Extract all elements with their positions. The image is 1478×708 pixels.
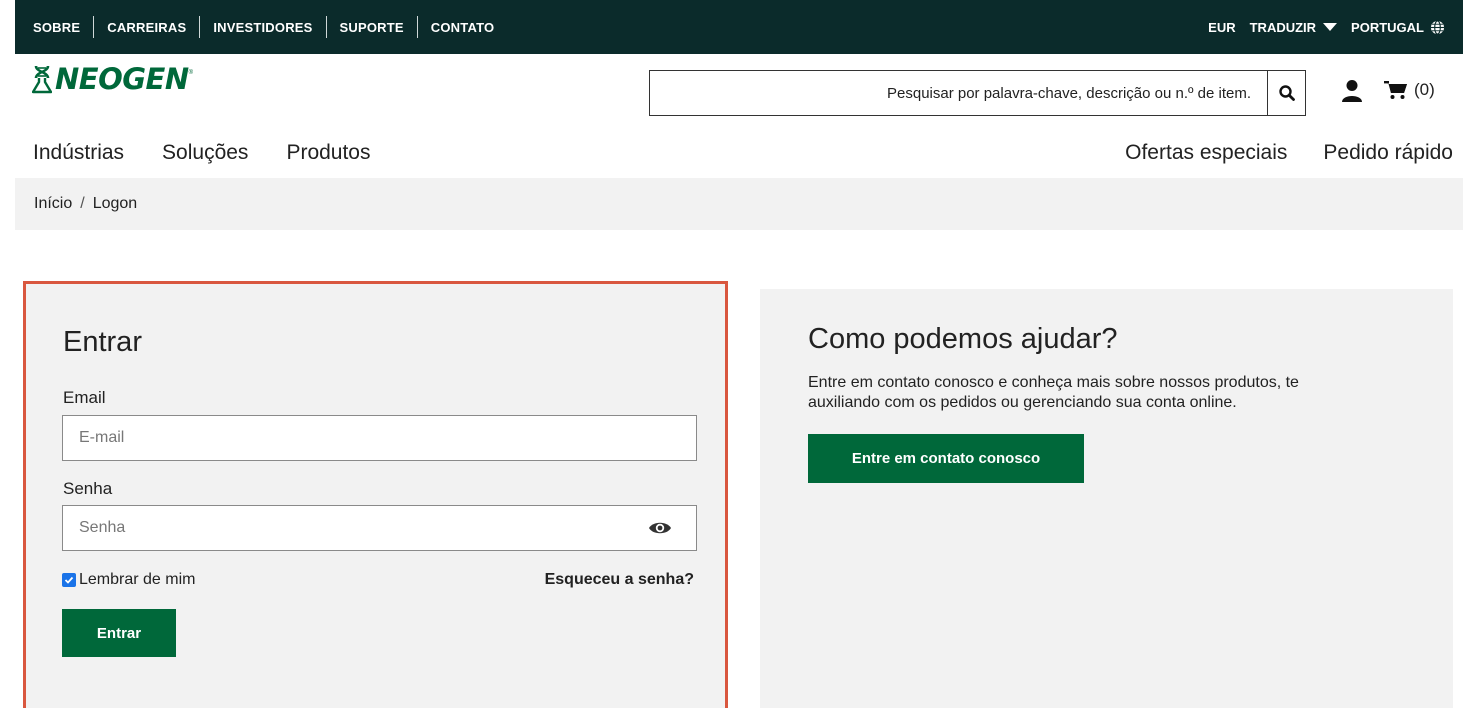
utility-link-contato[interactable]: CONTATO <box>431 20 495 35</box>
divider <box>199 16 201 38</box>
search-button[interactable] <box>1267 71 1305 115</box>
nav-solucoes[interactable]: Soluções <box>162 141 248 165</box>
utility-right: EUR TRADUZIR PORTUGAL <box>1208 20 1445 35</box>
logo-dna-icon <box>32 65 52 94</box>
secondary-nav: Ofertas especiais Pedido rápido <box>1089 141 1453 165</box>
login-submit-button[interactable]: Entrar <box>62 609 176 657</box>
translate-dropdown[interactable]: TRADUZIR <box>1249 19 1338 35</box>
breadcrumb-home[interactable]: Início <box>34 195 72 213</box>
cart-icon <box>1384 81 1407 99</box>
search-icon <box>1278 85 1295 101</box>
divider <box>325 16 327 38</box>
translate-label: TRADUZIR <box>1249 19 1317 35</box>
password-label: Senha <box>63 479 113 498</box>
remember-me[interactable]: Lembrar de mim <box>62 571 195 589</box>
region-selector[interactable]: PORTUGAL <box>1351 20 1445 35</box>
neogen-logo[interactable]: NEOGEN ® <box>32 62 193 96</box>
currency-selector[interactable]: EUR <box>1208 20 1235 35</box>
caret-down-icon <box>1323 23 1338 31</box>
password-field-wrapper <box>62 505 697 551</box>
globe-icon <box>1430 19 1445 35</box>
top-utility-bar: SOBRE CARREIRAS INVESTIDORES SUPORTE CON… <box>15 0 1463 54</box>
search-input[interactable] <box>650 71 1267 115</box>
help-title: Como podemos ajudar? <box>808 323 1118 355</box>
utility-link-investidores[interactable]: INVESTIDORES <box>213 20 312 35</box>
help-text: Entre em contato conosco e conheça mais … <box>808 374 1299 411</box>
email-field-wrapper <box>62 415 697 461</box>
eye-icon[interactable] <box>648 520 672 536</box>
nav-ofertas-especiais[interactable]: Ofertas especiais <box>1125 141 1287 165</box>
email-label: Email <box>63 388 106 407</box>
nav-pedido-rapido[interactable]: Pedido rápido <box>1323 141 1453 165</box>
user-icon[interactable] <box>1341 79 1363 103</box>
checkbox-icon[interactable] <box>62 573 76 587</box>
cart-count: (0) <box>1414 80 1435 99</box>
utility-nav: SOBRE CARREIRAS INVESTIDORES SUPORTE CON… <box>33 16 494 38</box>
breadcrumb-separator: / <box>80 195 85 212</box>
main-nav: Indústrias Soluções Produtos <box>33 141 409 165</box>
utility-link-carreiras[interactable]: CARREIRAS <box>107 20 186 35</box>
breadcrumb-current: Logon <box>92 195 138 212</box>
contact-us-button[interactable]: Entre em contato conosco <box>808 434 1084 483</box>
password-field[interactable] <box>63 506 648 550</box>
divider <box>416 16 418 38</box>
remember-label: Lembrar de mim <box>79 571 196 588</box>
divider <box>93 16 95 38</box>
email-field[interactable] <box>63 416 696 460</box>
utility-link-sobre[interactable]: SOBRE <box>33 20 80 35</box>
region-label: PORTUGAL <box>1351 19 1424 35</box>
help-panel: Como podemos ajudar? Entre em contato co… <box>760 289 1453 708</box>
logo-wordmark: NEOGEN <box>55 62 189 96</box>
login-title: Entrar <box>63 326 142 358</box>
logo-registered-mark: ® <box>188 70 194 76</box>
utility-link-suporte[interactable]: SUPORTE <box>340 20 404 35</box>
nav-industrias[interactable]: Indústrias <box>33 141 124 165</box>
forgot-password-link[interactable]: Esqueceu a senha? <box>545 571 694 589</box>
login-panel: Entrar Email Senha Lembrar de mim Esquec… <box>23 281 728 708</box>
search-bar <box>649 70 1306 116</box>
cart-button[interactable]: (0) <box>1384 80 1435 100</box>
nav-produtos[interactable]: Produtos <box>286 141 370 165</box>
breadcrumb: Início / Logon <box>15 178 1463 230</box>
